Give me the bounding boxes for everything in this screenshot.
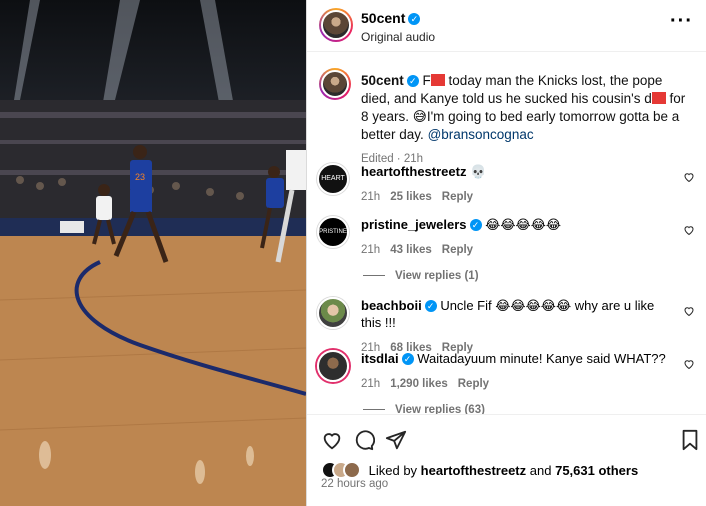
comment-text: 😂😂😂😂😂 [485,217,562,232]
comment-icon[interactable] [353,429,375,451]
mention-link[interactable]: @bransoncognac [428,127,534,142]
verified-badge-icon: ✓ [469,219,482,231]
comment-likes[interactable]: 43 likes [390,244,432,256]
and-label: and [529,463,552,478]
action-bar: Liked by heartofthestreetz and 75,631 ot… [307,414,706,506]
post-panel: 50cent ✓ Original audio ··· 50cent ✓ F tod… [306,0,706,506]
heart-icon[interactable] [321,429,343,451]
comment-text: 💀 [470,164,487,179]
reply-button[interactable]: Reply [442,191,473,203]
verified-badge-icon: ✓ [408,13,421,25]
view-replies-button[interactable]: View replies (1) [363,270,479,282]
likes-count-link[interactable]: 75,631 others [555,463,638,478]
reply-button[interactable]: Reply [442,244,473,256]
more-options-icon[interactable]: ··· [670,11,693,31]
reply-button[interactable]: Reply [458,378,489,390]
heart-icon[interactable] [683,305,695,317]
liker-avatars [321,461,361,479]
verified-badge-icon: ✓ [406,75,419,87]
comment-time: 21h [361,378,381,390]
bookmark-icon[interactable] [679,429,701,451]
author-avatar[interactable] [319,8,353,42]
heart-icon[interactable] [683,171,695,183]
commenter-username[interactable]: itsdlai [361,351,399,366]
post-header: 50cent ✓ Original audio ··· [307,0,706,52]
caption-avatar[interactable] [319,68,351,100]
liked-user-link[interactable]: heartofthestreetz [421,463,526,478]
verified-badge-icon: ✓ [424,300,437,312]
liked-by-label: Liked by [368,463,418,478]
likes-summary: Liked by heartofthestreetz and 75,631 ot… [321,461,638,479]
redaction-mark [430,74,445,86]
comment-time: 21h [361,191,381,203]
commenter-avatar[interactable] [317,297,349,329]
commenter-avatar[interactable] [317,350,349,382]
commenter-username[interactable]: heartofthestreetz [361,164,466,179]
comment-time: 21h [361,244,381,256]
post-media[interactable]: 23 [0,0,306,506]
verified-badge-icon: ✓ [401,353,414,365]
basketball-court-scene: 23 [0,0,306,506]
caption: 50cent ✓ F today man the Knicks lost, the… [361,72,691,168]
share-icon[interactable] [385,429,407,451]
commenter-avatar[interactable]: PRISTINE [317,216,349,248]
svg-text:23: 23 [135,172,145,182]
comment-text: Waitadayuum minute! Kanye said WHAT?? [417,351,666,366]
caption-text-part: today man the Knicks lost, the pope died… [361,73,663,106]
commenter-username[interactable]: beachboii [361,298,422,313]
commenter-username[interactable]: pristine_jewelers [361,217,467,232]
commenter-avatar[interactable]: HEART [317,163,349,195]
redaction-mark [651,92,666,104]
caption-text-part: F [422,73,431,88]
comment-likes[interactable]: 25 likes [390,191,432,203]
caption-username[interactable]: 50cent [361,73,404,88]
heart-icon[interactable] [683,224,695,236]
author-username[interactable]: 50cent [361,10,405,26]
comment-likes[interactable]: 1,290 likes [390,378,448,390]
audio-link[interactable]: Original audio [361,30,435,44]
heart-icon[interactable] [683,358,695,370]
post-timestamp: 22 hours ago [321,478,389,490]
